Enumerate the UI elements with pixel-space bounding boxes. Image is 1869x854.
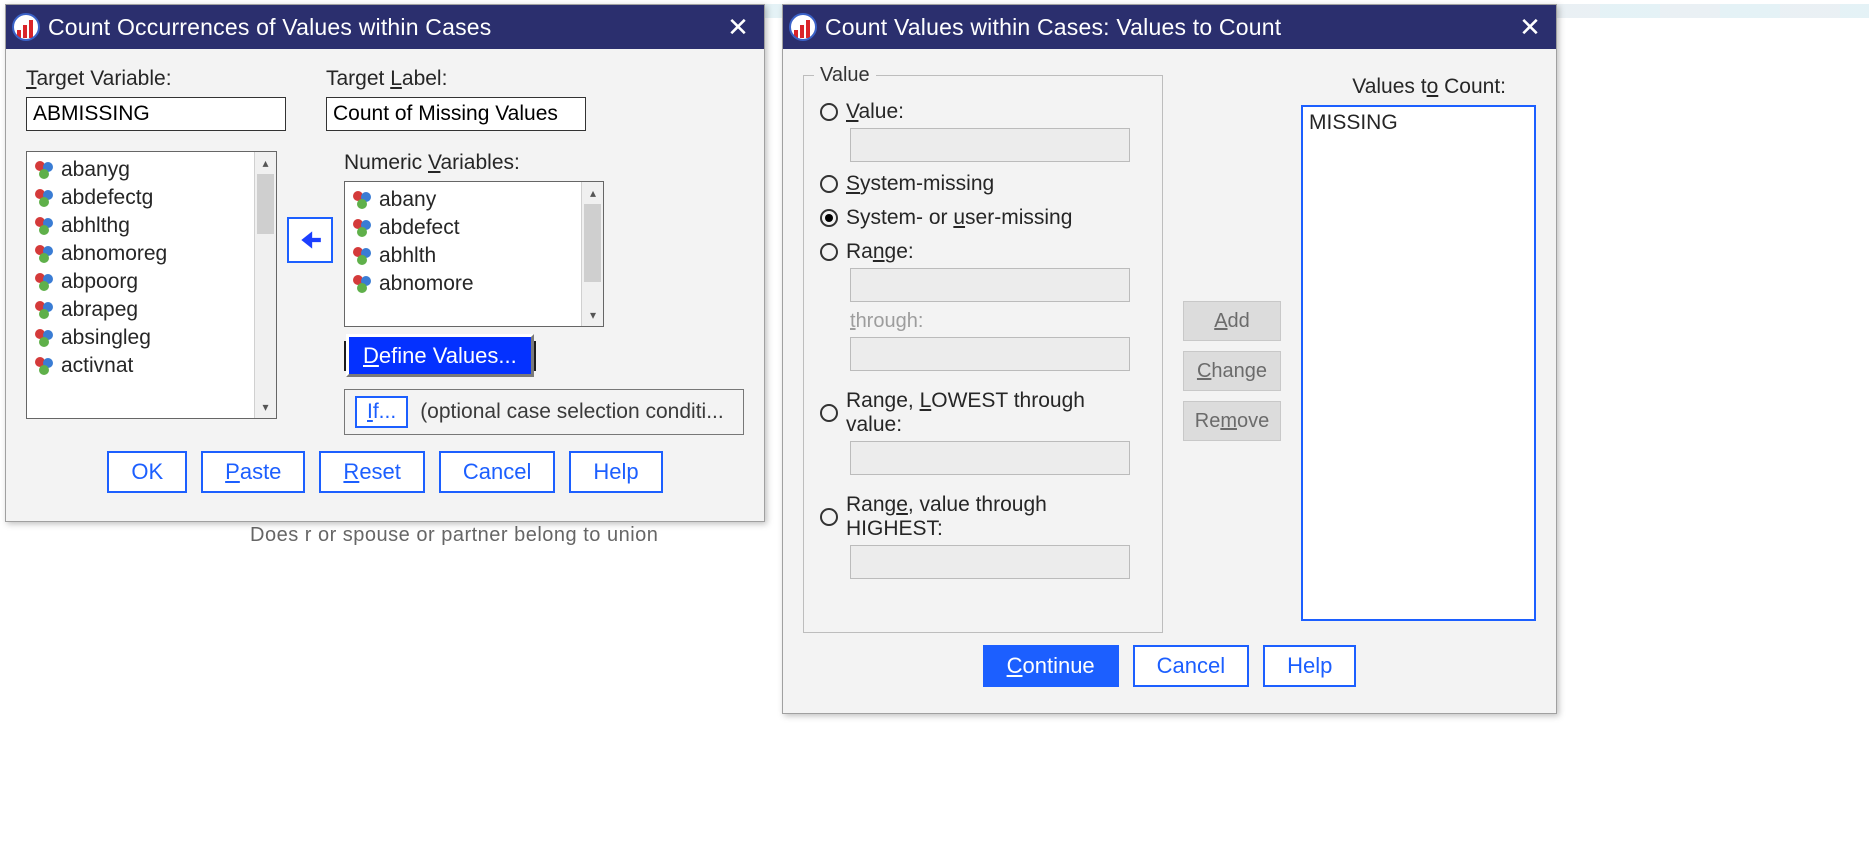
variable-name: activnat — [61, 354, 133, 378]
variable-name: abrapeg — [61, 298, 138, 322]
change-button[interactable]: Change — [1183, 351, 1281, 391]
variable-icon — [33, 243, 55, 265]
help-button[interactable]: Help — [569, 451, 662, 493]
value-fieldset: Value Value: System-missing System- or u… — [803, 75, 1163, 633]
variable-item[interactable]: abdefect — [345, 214, 581, 242]
through-label: through: — [850, 310, 1146, 333]
scroll-up-icon[interactable]: ▴ — [255, 152, 277, 174]
variable-name: abanyg — [61, 158, 130, 182]
variable-item[interactable]: abhlthg — [27, 212, 254, 240]
source-variable-list[interactable]: abanyg abdefectg abhlthg abnomoreg abpoorg ab… — [26, 151, 277, 419]
close-icon[interactable]: ✕ — [1512, 14, 1548, 40]
dialog-title: Count Values within Cases: Values to Cou… — [825, 14, 1512, 41]
variable-item[interactable]: abnomoreg — [27, 240, 254, 268]
define-values-button[interactable]: Define Values... — [344, 341, 536, 371]
reset-button[interactable]: Reset — [319, 451, 424, 493]
variable-icon — [33, 299, 55, 321]
scrollbar[interactable]: ▴ ▾ — [254, 152, 276, 418]
help-button[interactable]: Help — [1263, 645, 1356, 687]
values-to-count-list[interactable]: MISSING — [1301, 105, 1536, 621]
target-variable-label: Target Variable: — [26, 67, 286, 91]
value-legend: Value — [814, 64, 876, 87]
variable-name: abnomoreg — [61, 242, 167, 266]
variable-item[interactable]: abanyg — [27, 156, 254, 184]
cancel-button[interactable]: Cancel — [439, 451, 555, 493]
variable-item[interactable]: absingleg — [27, 324, 254, 352]
variable-name: abany — [379, 188, 436, 212]
variable-icon — [351, 245, 373, 267]
background-grid-text: Does r or spouse or partner belong to un… — [250, 524, 658, 547]
add-button[interactable]: Add — [1183, 301, 1281, 341]
variable-name: abdefect — [379, 216, 460, 240]
dialog-title: Count Occurrences of Values within Cases — [48, 14, 720, 41]
variable-item[interactable]: abdefectg — [27, 184, 254, 212]
variable-name: abdefectg — [61, 186, 153, 210]
value-input[interactable] — [850, 128, 1130, 162]
radio-range[interactable]: Range: — [820, 240, 1146, 264]
close-icon[interactable]: ✕ — [720, 14, 756, 40]
if-button[interactable]: If... — [355, 396, 408, 428]
target-variable-input[interactable] — [26, 97, 286, 131]
scroll-down-icon[interactable]: ▾ — [582, 304, 604, 326]
numeric-variables-label: Numeric Variables: — [344, 151, 744, 175]
values-to-count-item[interactable]: MISSING — [1309, 111, 1528, 135]
variable-name: abpoorg — [61, 270, 138, 294]
scroll-down-icon[interactable]: ▾ — [255, 396, 277, 418]
radio-system-or-user-missing[interactable]: System- or user-missing — [820, 206, 1146, 230]
app-icon — [12, 13, 40, 41]
variable-name: abhlth — [379, 244, 436, 268]
paste-button[interactable]: Paste — [201, 451, 305, 493]
cancel-button[interactable]: Cancel — [1133, 645, 1249, 687]
radio-system-missing[interactable]: System-missing — [820, 172, 1146, 196]
range-highest-input[interactable] — [850, 545, 1130, 579]
titlebar: Count Occurrences of Values within Cases… — [6, 5, 764, 49]
scroll-thumb[interactable] — [584, 204, 601, 282]
variable-item[interactable]: abrapeg — [27, 296, 254, 324]
app-icon — [789, 13, 817, 41]
continue-button[interactable]: Continue — [983, 645, 1119, 687]
if-condition-box: If... (optional case selection conditi..… — [344, 389, 744, 435]
radio-range-highest[interactable]: Range, value through HIGHEST: — [820, 493, 1146, 541]
if-condition-text: (optional case selection conditi... — [420, 400, 724, 424]
variable-name: abhlthg — [61, 214, 130, 238]
variable-icon — [33, 271, 55, 293]
variable-name: absingleg — [61, 326, 151, 350]
variable-icon — [351, 189, 373, 211]
variable-icon — [33, 355, 55, 377]
radio-range-lowest[interactable]: Range, LOWEST through value: — [820, 389, 1146, 437]
values-to-count-dialog: Count Values within Cases: Values to Cou… — [782, 4, 1557, 714]
variable-item[interactable]: activnat — [27, 352, 254, 380]
variable-item[interactable]: abpoorg — [27, 268, 254, 296]
variable-icon — [33, 327, 55, 349]
scroll-thumb[interactable] — [257, 174, 274, 234]
radio-value[interactable]: Value: — [820, 100, 1146, 124]
variable-item[interactable]: abany — [345, 186, 581, 214]
variable-icon — [351, 273, 373, 295]
count-occurrences-dialog: Count Occurrences of Values within Cases… — [5, 4, 765, 522]
values-to-count-label: Values to Count: — [1301, 75, 1536, 99]
target-label-input[interactable] — [326, 97, 586, 131]
range-to-input[interactable] — [850, 337, 1130, 371]
variable-name: abnomore — [379, 272, 474, 296]
variable-item[interactable]: abnomore — [345, 270, 581, 298]
range-from-input[interactable] — [850, 268, 1130, 302]
remove-button[interactable]: Remove — [1183, 401, 1281, 441]
move-left-button[interactable] — [287, 217, 333, 263]
variable-icon — [33, 187, 55, 209]
variable-icon — [33, 215, 55, 237]
target-label-label: Target Label: — [326, 67, 744, 91]
numeric-variable-list[interactable]: abany abdefect abhlth abnomore ▴ ▾ — [344, 181, 604, 327]
ok-button[interactable]: OK — [107, 451, 187, 493]
scroll-up-icon[interactable]: ▴ — [582, 182, 604, 204]
titlebar: Count Values within Cases: Values to Cou… — [783, 5, 1556, 49]
range-lowest-input[interactable] — [850, 441, 1130, 475]
variable-item[interactable]: abhlth — [345, 242, 581, 270]
variable-icon — [33, 159, 55, 181]
scrollbar[interactable]: ▴ ▾ — [581, 182, 603, 326]
variable-icon — [351, 217, 373, 239]
